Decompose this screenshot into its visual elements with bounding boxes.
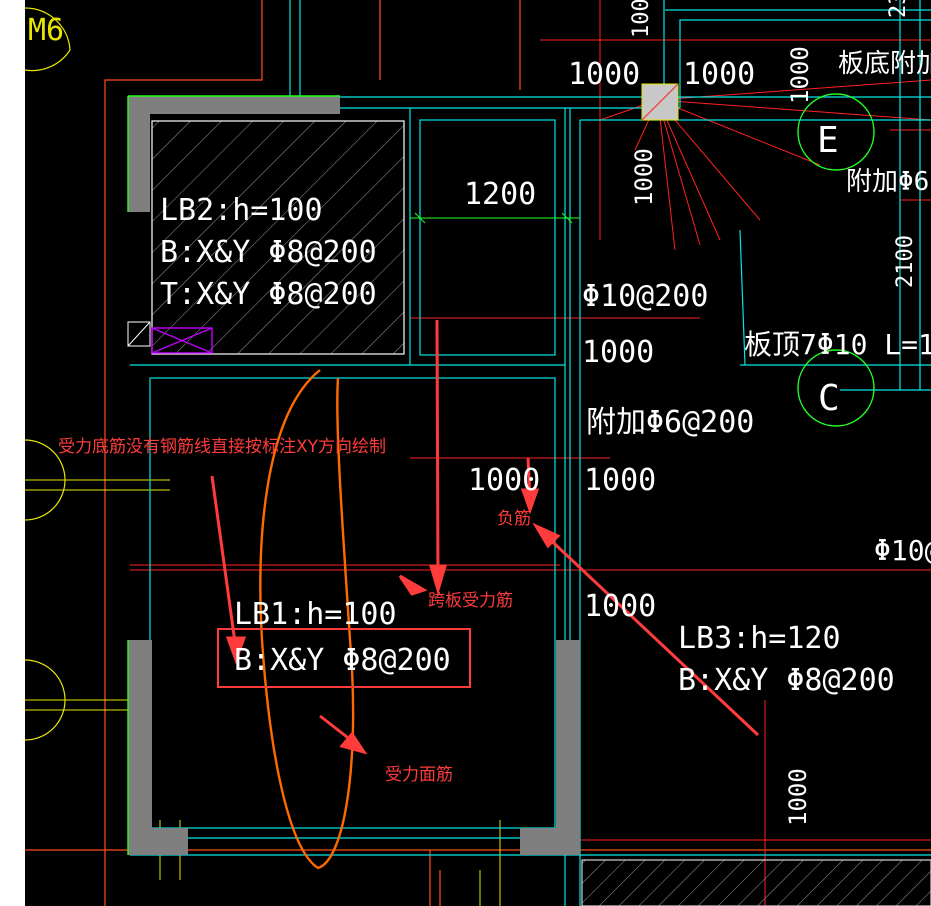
note-negative-rebar: 负筋	[497, 509, 531, 529]
lb3-title: LB3:h=120	[678, 621, 841, 656]
dim-23: 23	[886, 0, 911, 18]
lb2-title: LB2:h=100	[160, 193, 323, 228]
dim-1000-b: 1000	[683, 57, 755, 92]
add-phi6-right-label: 附加Φ6	[846, 167, 929, 197]
dim-1000-v2: 1000	[786, 46, 814, 104]
dim-1000-v3: 1000	[630, 148, 658, 206]
lb1-bottom-rebar: B:X&Y Φ8@200	[234, 643, 451, 678]
dim-1000-c: 1000	[582, 335, 654, 370]
dim-1000-top-vertical: 1000	[629, 0, 654, 38]
axis-c-label: C	[818, 378, 840, 419]
lb3-bottom-rebar: B:X&Y Φ8@200	[678, 663, 895, 698]
board-bottom-add-label: 板底附加2	[838, 49, 931, 79]
rebar-phi10-200: Φ10@200	[582, 279, 708, 314]
rebar-phi10-right: Φ10@	[874, 534, 931, 567]
axis-e-label: E	[817, 120, 839, 161]
cad-viewport[interactable]: M6 1000 23 1000 1000 1000 板底附加2 E 附加Φ6 1…	[0, 0, 931, 906]
dim-1000-e: 1000	[584, 463, 656, 498]
edge-label: M6	[28, 13, 64, 48]
note-bottom-rebar: 受力底筋没有钢筋线直接按标注XY方向绘制	[58, 437, 386, 457]
dim-1000-a: 1000	[568, 57, 640, 92]
dim-1000-d: 1000	[468, 463, 540, 498]
note-top-rebar: 受力面筋	[385, 765, 453, 785]
drawing-canvas[interactable]: M6 1000 23 1000 1000 1000 板底附加2 E 附加Φ6 1…	[0, 0, 931, 906]
top-rebar-phi10-label: 板顶7Φ10 L=135	[744, 328, 931, 361]
dim-2100: 2100	[893, 235, 918, 288]
lb2-top-rebar: T:X&Y Φ8@200	[160, 277, 377, 312]
lb2-bottom-rebar: B:X&Y Φ8@200	[160, 235, 377, 270]
dim-1200: 1200	[464, 177, 536, 212]
note-span-rebar: 跨板受力筋	[428, 591, 513, 611]
bottom-slab-hatch	[581, 859, 931, 906]
lb1-title: LB1:h=100	[234, 597, 397, 632]
dim-1000-bottom: 1000	[784, 768, 812, 826]
add-phi6-200-label: 附加Φ6@200	[586, 405, 754, 440]
dim-1000-f: 1000	[584, 589, 656, 624]
